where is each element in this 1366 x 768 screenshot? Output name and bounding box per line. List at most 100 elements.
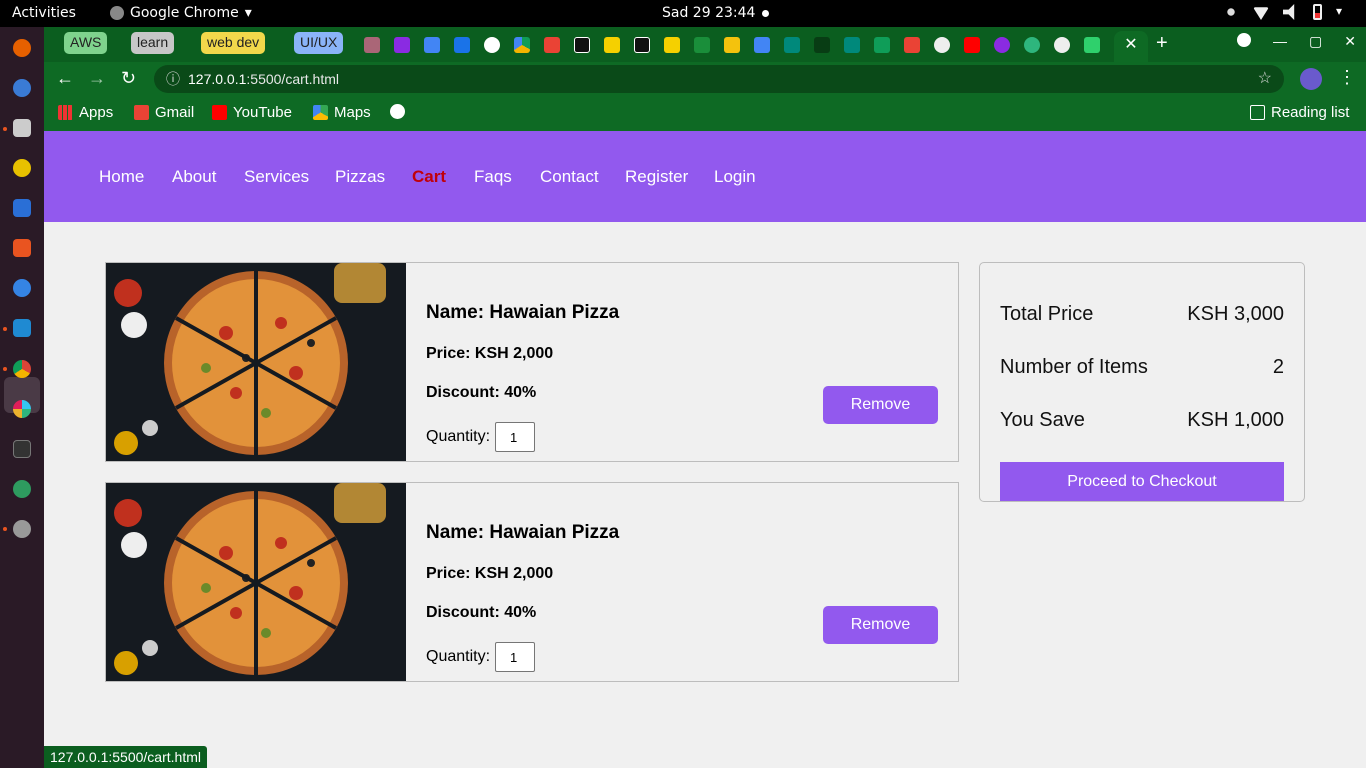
cart-item: Name: Hawaian Pizza Price: KSH 2,000 Dis…	[105, 482, 959, 682]
tab-favicon[interactable]	[1084, 37, 1100, 53]
active-tab-close-icon[interactable]: ✕	[1114, 31, 1148, 62]
globe-app-icon[interactable]	[13, 480, 31, 498]
rhythmbox-icon[interactable]	[13, 159, 31, 177]
clock[interactable]: Sad 29 23:44	[662, 5, 755, 21]
settings-icon[interactable]	[13, 520, 31, 538]
slack-icon[interactable]	[13, 400, 31, 418]
nav-home[interactable]: Home	[99, 167, 144, 187]
firefox-icon[interactable]	[13, 39, 31, 57]
forward-icon[interactable]: →	[88, 68, 106, 89]
globe-tab-icon[interactable]	[934, 37, 950, 53]
meet-tab-icon[interactable]	[844, 37, 860, 53]
youtube-tab-icon[interactable]	[964, 37, 980, 53]
calendar-tab-icon[interactable]	[754, 37, 770, 53]
tab-search-icon[interactable]	[1237, 33, 1252, 47]
tab-favicon[interactable]	[994, 37, 1010, 53]
meet-tab-icon[interactable]	[784, 37, 800, 53]
nav-faqs[interactable]: Faqs	[474, 167, 512, 187]
wifi-icon	[1253, 7, 1269, 20]
tab-favicon[interactable]	[634, 37, 650, 53]
bookmark-gmail[interactable]: Gmail	[134, 104, 194, 121]
sheets-tab-icon[interactable]	[874, 37, 890, 53]
nav-cart[interactable]: Cart	[412, 167, 446, 187]
minimize-button[interactable]: —	[1273, 33, 1287, 50]
app-menu[interactable]: Google Chrome ▾	[110, 5, 252, 21]
item-count-value: 2	[1272, 356, 1284, 378]
reading-list-label: Reading list	[1271, 104, 1350, 121]
reload-icon[interactable]: ↻	[121, 68, 136, 89]
slack-tray-icon[interactable]	[1223, 4, 1239, 20]
writer-icon[interactable]	[13, 199, 31, 217]
reading-list-button[interactable]: Reading list	[1250, 104, 1349, 121]
bookmark-youtube[interactable]: YouTube	[212, 104, 292, 121]
remove-button[interactable]: Remove	[823, 386, 938, 424]
bookmark-globe[interactable]	[390, 104, 405, 119]
software-icon[interactable]	[13, 239, 31, 257]
tab-favicon[interactable]	[454, 37, 470, 53]
savings-row: You Save KSH 1,000	[1000, 409, 1284, 432]
profile-avatar[interactable]	[1300, 68, 1322, 90]
nav-pizzas[interactable]: Pizzas	[335, 167, 385, 187]
pizza-image	[106, 483, 406, 681]
nav-register[interactable]: Register	[625, 167, 688, 187]
tab-favicon[interactable]	[694, 37, 710, 53]
tab-favicon[interactable]	[814, 37, 830, 53]
chrome-icon	[110, 6, 124, 20]
quantity-row: Quantity:	[426, 642, 536, 672]
tab-group-web-dev[interactable]: web dev	[201, 32, 266, 54]
chrome-icon[interactable]	[13, 360, 31, 378]
quantity-input[interactable]	[495, 422, 536, 452]
tab-favicon[interactable]	[574, 37, 590, 53]
vscode-icon[interactable]	[13, 319, 31, 337]
chrome-menu-icon[interactable]: ⋮	[1338, 67, 1356, 88]
total-price-value: KSH 3,000	[1187, 303, 1284, 325]
remove-button[interactable]: Remove	[823, 606, 938, 644]
nav-contact[interactable]: Contact	[540, 167, 599, 187]
tab-group-learn[interactable]: learn	[131, 32, 175, 54]
quantity-label: Quantity:	[426, 428, 491, 445]
activities-button[interactable]: Activities	[12, 5, 76, 21]
tab-favicon[interactable]	[724, 37, 740, 53]
globe-icon	[390, 104, 405, 119]
tab-group-aws[interactable]: AWS	[64, 32, 108, 54]
new-tab-button[interactable]: +	[1156, 32, 1168, 55]
tab-group-ui-ux[interactable]: UI/UX	[294, 32, 344, 54]
chevron-down-icon: ▾	[1336, 4, 1343, 18]
tab-favicon[interactable]	[604, 37, 620, 53]
bookmark-apps[interactable]: Apps	[58, 104, 113, 121]
nav-login[interactable]: Login	[714, 167, 756, 187]
tab-favicon[interactable]	[664, 37, 680, 53]
running-indicator	[3, 127, 7, 131]
terminal-icon[interactable]	[13, 440, 31, 458]
close-window-button[interactable]: ✕	[1344, 33, 1356, 50]
thunderbird-icon[interactable]	[13, 79, 31, 97]
help-icon[interactable]	[13, 279, 31, 297]
notification-dot	[762, 10, 769, 17]
site-info-icon[interactable]: ⓘ	[166, 65, 180, 93]
nav-about[interactable]: About	[172, 167, 216, 187]
globe-tab-icon[interactable]	[1054, 37, 1070, 53]
maximize-button[interactable]: ▢	[1309, 33, 1322, 50]
item-name: Name: Hawaian Pizza	[426, 522, 620, 543]
bookmark-star-icon[interactable]: ☆	[1258, 65, 1272, 93]
savings-label: You Save	[1000, 409, 1085, 431]
tab-favicon[interactable]	[364, 37, 380, 53]
checkout-button[interactable]: Proceed to Checkout	[1000, 462, 1284, 501]
quantity-input[interactable]	[495, 642, 536, 672]
pizza-image	[106, 263, 406, 461]
system-tray[interactable]: ▾	[1223, 4, 1352, 20]
savings-value: KSH 1,000	[1187, 409, 1284, 431]
files-icon[interactable]	[13, 119, 31, 137]
tab-favicon[interactable]	[394, 37, 410, 53]
calendar-tab-icon[interactable]	[424, 37, 440, 53]
drive-tab-icon[interactable]	[514, 37, 530, 53]
bookmark-maps[interactable]: Maps	[313, 104, 371, 121]
address-bar[interactable]: ⓘ 127.0.0.1:5500/cart.html ☆	[154, 65, 1284, 93]
url-host: 127.0.0.1	[188, 71, 247, 87]
gmail-tab-icon[interactable]	[544, 37, 560, 53]
tab-favicon[interactable]	[1024, 37, 1040, 53]
tab-favicon[interactable]	[484, 37, 500, 53]
nav-services[interactable]: Services	[244, 167, 309, 187]
gmail-tab-icon[interactable]	[904, 37, 920, 53]
back-icon[interactable]: ←	[56, 68, 74, 89]
